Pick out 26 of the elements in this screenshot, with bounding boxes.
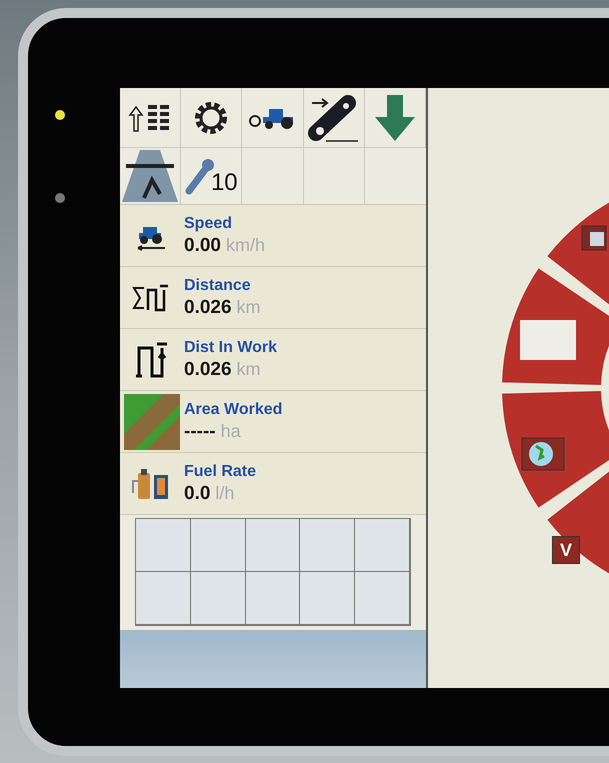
- readout-value: -----: [184, 420, 216, 444]
- letter-tile: V: [552, 536, 580, 564]
- service-count: 10: [210, 171, 238, 195]
- readout-label: Dist In Work: [184, 338, 278, 358]
- readout-value: 0.026: [184, 358, 232, 382]
- globe-icon: [522, 438, 564, 470]
- readout-label: Fuel Rate: [184, 462, 256, 482]
- readout-unit: km: [236, 358, 261, 380]
- menu-segment[interactable]: [502, 391, 609, 508]
- status-led-icon: [55, 110, 65, 120]
- readout-value: 0.026: [184, 296, 232, 320]
- readout-unit: km/h: [226, 234, 265, 256]
- readout-value: 0.0: [184, 482, 210, 506]
- field-icon: [124, 394, 180, 450]
- guidance-road-icon[interactable]: [122, 150, 178, 202]
- readout-unit: km: [236, 296, 261, 318]
- down-arrow-icon[interactable]: [372, 92, 417, 142]
- power-led-icon: [55, 193, 65, 203]
- blank-tile: [520, 320, 576, 360]
- readout-label: Distance: [184, 276, 252, 296]
- readout-unit: l/h: [215, 482, 234, 504]
- screen-icon: [582, 226, 606, 250]
- readout-label: Speed: [184, 214, 234, 234]
- readout-value: 0.00: [184, 234, 221, 258]
- readout-unit: ha: [220, 420, 241, 442]
- readout-label: Area Worked: [184, 400, 282, 420]
